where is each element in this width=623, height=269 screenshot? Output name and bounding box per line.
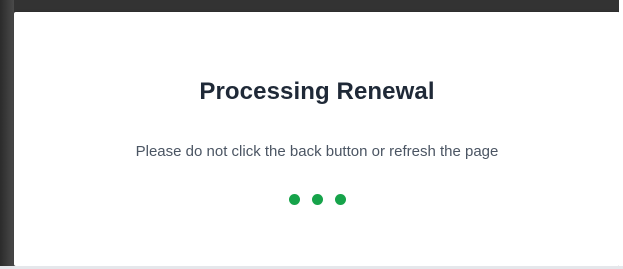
loading-dot bbox=[334, 194, 346, 205]
loading-dot bbox=[311, 194, 323, 205]
processing-modal: Processing Renewal Please do not click t… bbox=[14, 12, 620, 266]
modal-title: Processing Renewal bbox=[199, 78, 435, 105]
backdrop-left-shade bbox=[0, 0, 14, 269]
backdrop-top-shade bbox=[0, 0, 623, 12]
modal-message: Please do not click the back button or r… bbox=[135, 143, 499, 160]
page-right-edge bbox=[619, 0, 623, 269]
loading-dots-icon bbox=[14, 194, 620, 205]
loading-dot bbox=[288, 194, 300, 205]
